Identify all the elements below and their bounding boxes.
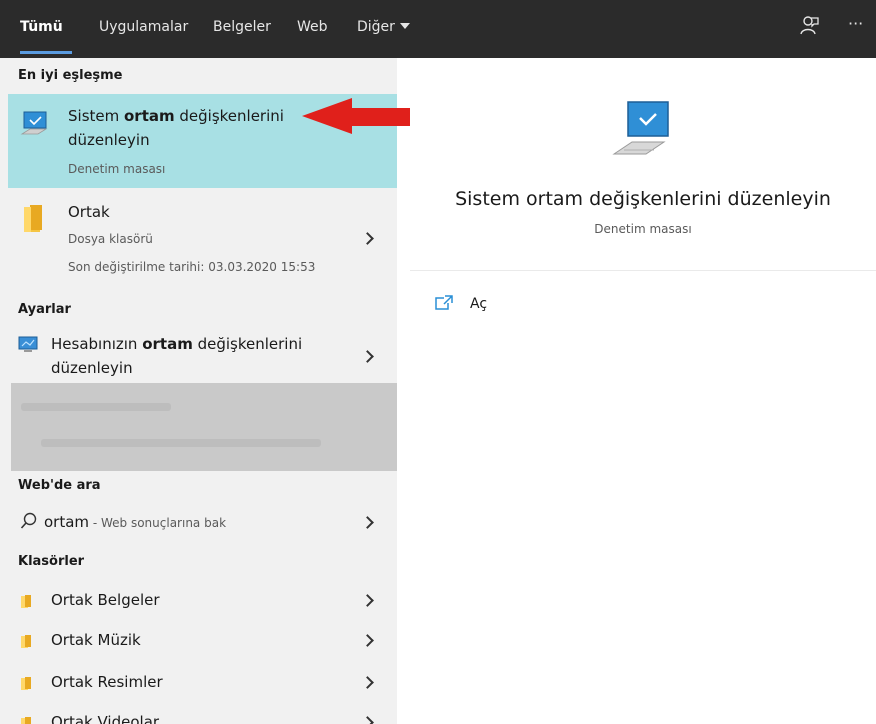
setting-result-title-end: değişkenlerini xyxy=(192,335,303,353)
best-match-subtitle: Denetim masası xyxy=(68,162,166,176)
chevron-down-icon xyxy=(399,23,410,29)
folder-icon xyxy=(20,716,32,724)
best-match-title-end: değişkenlerini xyxy=(174,107,284,125)
folder-list-label: Ortak Belgeler xyxy=(51,591,160,609)
tab-apps[interactable]: Uygulamalar xyxy=(99,19,188,35)
tab-web[interactable]: Web xyxy=(297,19,328,35)
folder-list-item[interactable]: Ortak Resimler xyxy=(8,668,397,698)
web-search-hint: - Web sonuçlarına bak xyxy=(89,516,227,530)
chevron-right-icon[interactable] xyxy=(361,594,374,607)
folder-list-item[interactable]: Ortak Belgeler xyxy=(8,586,397,616)
preview-pane: Sistem ortam değişkenlerini düzenleyin D… xyxy=(410,70,876,724)
best-match-title: Sistem ortam değişkenlerini xyxy=(68,104,284,128)
chevron-right-icon[interactable] xyxy=(361,516,374,529)
redacted-text xyxy=(41,439,321,447)
chevron-right-icon[interactable] xyxy=(361,676,374,689)
section-best-match: En iyi eşleşme xyxy=(18,68,123,83)
feedback-icon[interactable] xyxy=(800,15,820,41)
more-options-icon[interactable]: ··· xyxy=(848,14,863,33)
folder-icon xyxy=(20,676,32,690)
folder-icon xyxy=(20,634,32,648)
folder-list-item[interactable]: Ortak Müzik xyxy=(8,626,397,656)
chevron-right-icon[interactable] xyxy=(361,232,374,245)
divider xyxy=(410,270,876,271)
folder-result-title: Ortak xyxy=(68,203,110,221)
preview-title: Sistem ortam değişkenlerini düzenleyin xyxy=(455,188,831,210)
folder-icon xyxy=(20,594,32,608)
folder-list-label: Ortak Resimler xyxy=(51,673,163,691)
monitor-icon xyxy=(20,110,50,142)
tab-more-label: Diğer xyxy=(357,19,395,35)
setting-result[interactable]: Hesabınızın ortam değişkenlerini düzenle… xyxy=(8,330,397,382)
open-action-label: Aç xyxy=(470,296,488,312)
active-tab-indicator xyxy=(20,51,72,54)
setting-result-title-line2: düzenleyin xyxy=(51,359,133,377)
folder-result-modified: Son değiştirilme tarihi: 03.03.2020 15:5… xyxy=(68,260,316,274)
tab-more[interactable]: Diğer xyxy=(357,19,410,35)
best-match-title-line2: düzenleyin xyxy=(68,131,150,149)
redacted-region xyxy=(11,383,397,471)
preview-subtitle: Denetim masası xyxy=(594,222,692,236)
search-icon xyxy=(20,512,38,534)
best-match-query-highlight: ortam xyxy=(124,107,175,125)
section-web-search: Web'de ara xyxy=(18,478,101,493)
folder-list-label: Ortak Videolar xyxy=(51,713,160,724)
chevron-right-icon[interactable] xyxy=(361,350,374,363)
chevron-right-icon[interactable] xyxy=(361,634,374,647)
chevron-right-icon[interactable] xyxy=(361,716,374,724)
redacted-text xyxy=(21,403,171,411)
folder-list-label: Ortak Müzik xyxy=(51,631,141,649)
folder-list-item[interactable]: Ortak Videolar xyxy=(8,708,397,724)
search-filter-bar: Tümü Uygulamalar Belgeler Web Diğer ··· xyxy=(0,0,876,58)
setting-result-title: Hesabınızın ortam değişkenlerini xyxy=(51,332,302,356)
setting-result-query-highlight: ortam xyxy=(142,335,193,353)
best-match-title-start: Sistem xyxy=(68,107,124,125)
open-icon xyxy=(434,294,454,316)
web-search-text: ortam - Web sonuçlarına bak xyxy=(44,510,226,535)
tab-all[interactable]: Tümü xyxy=(20,19,63,35)
section-settings: Ayarlar xyxy=(18,302,71,317)
tab-documents[interactable]: Belgeler xyxy=(213,19,271,35)
folder-result-type: Dosya klasörü xyxy=(68,232,153,246)
web-search-query: ortam xyxy=(44,513,90,531)
settings-monitor-icon xyxy=(18,336,38,358)
web-search-result[interactable]: ortam - Web sonuçlarına bak xyxy=(8,506,397,538)
setting-result-title-start: Hesabınızın xyxy=(51,335,143,353)
folder-icon xyxy=(22,204,46,238)
folder-result[interactable]: Ortak Dosya klasörü Son değiştirilme tar… xyxy=(8,196,397,278)
monitor-icon xyxy=(610,98,674,166)
section-folders: Klasörler xyxy=(18,554,85,569)
